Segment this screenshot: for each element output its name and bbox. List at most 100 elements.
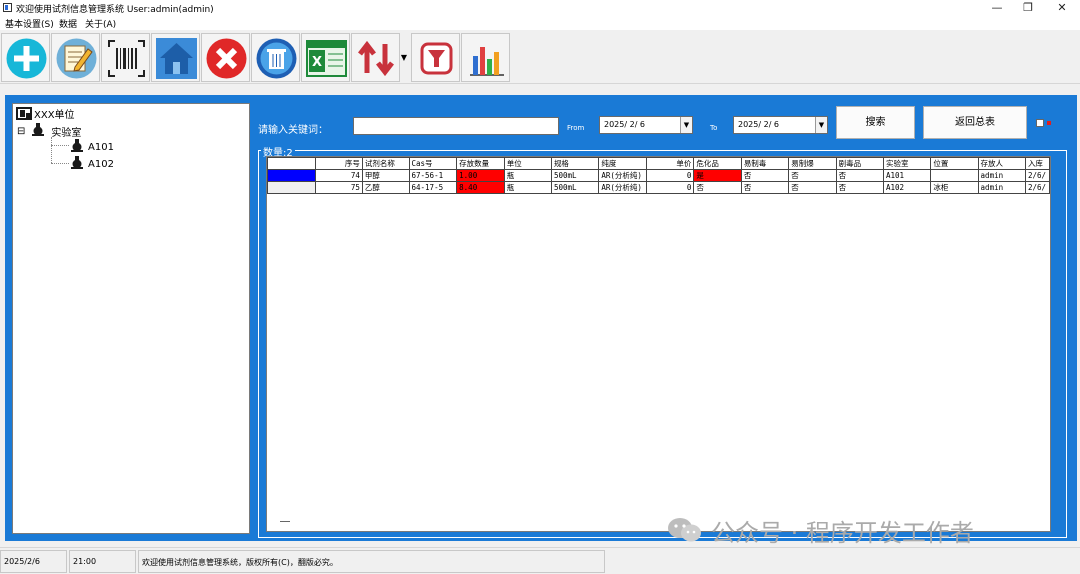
tree-item-a101[interactable]: A101 [70,139,114,156]
table-cell[interactable]: 67-56-1 [408,169,458,182]
column-header[interactable]: 纯度 [598,157,648,170]
collapse-icon[interactable]: ⊟ [17,126,25,137]
table-cell[interactable]: 是 [693,169,742,182]
column-header[interactable]: 剧毒品 [835,157,884,170]
maximize-button[interactable]: ❐ [1013,0,1043,16]
to-label: To [710,124,718,132]
tree-connector [51,163,69,164]
table-cell[interactable]: 瓶 [503,181,552,194]
sort-dropdown-arrow[interactable]: ▼ [399,33,409,82]
edit-button[interactable] [51,33,100,82]
search-button[interactable]: 搜索 [836,106,915,139]
column-header[interactable]: 实验室 [882,157,932,170]
table-cell[interactable]: 500mL [550,169,600,182]
delete-button[interactable] [201,33,250,82]
from-date-picker[interactable]: 2025/ 2/ 6 ▼ [599,116,693,134]
menu-basic-settings[interactable]: 基本设置(S) [5,17,54,30]
close-button[interactable]: ✕ [1047,0,1077,16]
column-header[interactable]: 易制毒 [740,157,790,170]
home-button[interactable] [151,33,200,82]
option-checkbox[interactable] [1036,119,1044,127]
table-cell[interactable]: 0 [646,181,695,194]
from-label: From [567,124,585,132]
table-cell[interactable]: AR(分析纯) [598,169,648,182]
table-cell[interactable]: 2/6/ [1024,181,1050,194]
to-date-picker[interactable]: 2025/ 2/ 6 ▼ [733,116,828,134]
row-selector[interactable] [267,181,316,194]
table-cell[interactable]: 否 [835,181,884,194]
add-icon [6,38,47,79]
table-cell[interactable]: 否 [788,169,837,182]
table-cell[interactable]: 否 [788,181,837,194]
status-message: 欢迎使用试剂信息管理系统，版权所有(C)，翻版必究。 [138,550,605,573]
column-header[interactable]: 存放数量 [456,157,505,170]
trash-button[interactable] [251,33,300,82]
delete-icon [206,38,247,79]
table-cell[interactable]: admin [977,169,1026,182]
table-cell[interactable]: 甲醇 [361,169,410,182]
tree-root[interactable]: XXX单位 [16,106,75,121]
chevron-down-icon[interactable]: ▼ [815,117,827,133]
table-cell[interactable]: A102 [882,181,932,194]
menu-data[interactable]: 数据 [59,17,77,30]
row-selector[interactable] [267,169,316,182]
column-header[interactable]: 位置 [930,157,979,170]
table-cell[interactable]: 否 [693,181,742,194]
minimize-button[interactable]: — [982,0,1012,16]
table-row[interactable]: 75 乙醇 64-17-5 8.40 瓶 500mL AR(分析纯) 0 否 否… [267,181,1050,194]
grid-header-row: 序号 试剂名称 Cas号 存放数量 单位 规格 纯度 单价 危化品 易制毒 易制… [267,157,1050,170]
table-cell[interactable]: 75 [314,181,363,194]
menu-about[interactable]: 关于(A) [85,17,116,30]
sort-button[interactable] [351,33,400,82]
table-cell[interactable]: 否 [835,169,884,182]
table-cell[interactable]: 否 [740,169,790,182]
wechat-icon [668,518,701,542]
column-header[interactable]: 试剂名称 [361,157,410,170]
barcode-button[interactable] [101,33,150,82]
app-icon [3,3,12,12]
excel-export-button[interactable]: X [301,33,350,82]
column-header[interactable]: 存放人 [977,157,1026,170]
barcode-icon [108,40,145,77]
table-cell[interactable]: 8.40 [456,181,505,194]
data-grid: 序号 试剂名称 Cas号 存放数量 单位 规格 纯度 单价 危化品 易制毒 易制… [266,156,1051,532]
column-header[interactable]: 入库 [1024,157,1050,170]
column-header[interactable]: 单位 [503,157,552,170]
table-cell[interactable]: admin [977,181,1026,194]
table-cell[interactable]: 1.00 [456,169,505,182]
table-cell[interactable]: 否 [740,181,790,194]
logo-icon [16,107,32,120]
add-button[interactable] [1,33,50,82]
keyword-input[interactable] [353,117,559,135]
chevron-down-icon[interactable]: ▼ [680,117,692,133]
tree-item-lab[interactable]: ⊟ 实验室 [17,123,81,140]
menu-bar: 基本设置(S) 数据 关于(A) [0,16,1080,30]
tree-item-a101-label: A101 [88,142,114,153]
table-cell[interactable]: 0 [646,169,695,182]
status-time: 21:00 [69,550,136,573]
table-cell[interactable]: AR(分析纯) [598,181,648,194]
tree-item-a102[interactable]: A102 [70,156,114,173]
table-cell[interactable]: 74 [314,169,363,182]
table-cell[interactable]: 500mL [550,181,600,194]
column-header[interactable]: 单价 [646,157,695,170]
column-header[interactable]: 易制爆 [788,157,837,170]
table-cell[interactable]: 64-17-5 [408,181,458,194]
table-cell[interactable]: A101 [882,169,932,182]
table-cell[interactable]: 乙醇 [361,181,410,194]
column-header[interactable]: 序号 [314,157,363,170]
keyword-label: 请输入关键词： [258,125,328,136]
table-cell[interactable]: 冰柜 [930,181,979,194]
trash-icon [256,38,297,79]
table-cell[interactable]: 瓶 [503,169,552,182]
status-date: 2025/2/6 [0,550,67,573]
filter-button[interactable] [411,33,460,82]
column-header[interactable]: 危化品 [693,157,742,170]
table-cell[interactable]: 2/6/ [1024,169,1050,182]
statistics-button[interactable] [461,33,510,82]
column-header[interactable]: 规格 [550,157,600,170]
table-cell[interactable] [930,169,979,182]
back-to-list-button[interactable]: 返回总表 [923,106,1027,139]
column-header[interactable]: Cas号 [408,157,458,170]
table-row[interactable]: 74 甲醇 67-56-1 1.00 瓶 500mL AR(分析纯) 0 是 否… [267,169,1050,182]
